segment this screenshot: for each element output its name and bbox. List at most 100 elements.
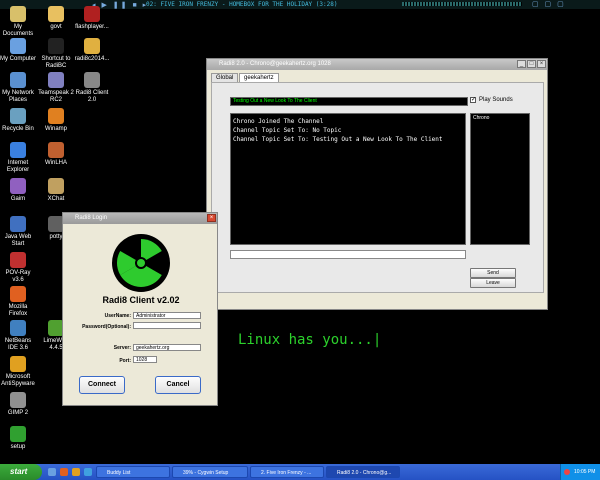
server-label: Server:	[113, 345, 131, 351]
task-radi8-chat[interactable]: Radi8 2.0 - Chrono@g...	[326, 466, 400, 478]
desktop-icon[interactable]: My Documents	[0, 6, 36, 38]
channel-panel: Testing Out a New Look To The Client ✓ P…	[211, 82, 544, 293]
play-sounds-label: Play Sounds	[479, 97, 513, 103]
desktop-icon-label: GIMP 2	[7, 410, 29, 416]
desktop-icon-label: Microsoft AntiSpyware	[1, 374, 35, 387]
app-icon	[10, 392, 26, 408]
chat-window-titlebar[interactable]: Radi8 2.0 - Chrono@geekahertz.org 1028 _…	[207, 59, 547, 70]
desktop-icon[interactable]: radi8c2014...	[74, 38, 110, 63]
desktop-icon[interactable]: flashplayer...	[74, 6, 110, 31]
desktop-icon[interactable]: Gaim	[0, 178, 36, 203]
chat-window-title: Radi8 2.0 - Chrono@geekahertz.org 1028	[219, 61, 331, 67]
cancel-button[interactable]: Cancel	[155, 376, 201, 394]
desktop-icon[interactable]: Java Web Start	[0, 216, 36, 248]
close-button[interactable]: ×	[537, 60, 546, 68]
app-icon	[48, 72, 64, 88]
desktop-icon-label: Mozilla Firefox	[8, 304, 28, 317]
app-icon	[10, 216, 26, 232]
send-button[interactable]: Send	[470, 268, 516, 278]
desktop-icon-label: My Computer	[0, 56, 37, 62]
user-list-item[interactable]: Chrono	[471, 114, 529, 122]
firefox-icon[interactable]	[60, 468, 68, 476]
app-icon	[10, 178, 26, 194]
show-desktop-icon[interactable]	[48, 468, 56, 476]
desktop-icon[interactable]: govt	[38, 6, 74, 31]
server-field[interactable]: geekahertz.org	[133, 344, 201, 351]
desktop-icon[interactable]: My Computer	[0, 38, 36, 63]
app-icon	[10, 286, 26, 302]
app-icon	[10, 142, 26, 158]
message-line: Channel Topic Set To: No Topic	[233, 127, 342, 134]
message-area[interactable]: Chrono Joined The Channel Channel Topic …	[230, 113, 466, 245]
desktop-icon-label: XChat	[47, 196, 65, 202]
desktop-icon[interactable]: setup	[0, 426, 36, 451]
port-label: Port:	[119, 358, 131, 364]
chat-window: Radi8 2.0 - Chrono@geekahertz.org 1028 _…	[206, 58, 548, 310]
login-window-titlebar[interactable]: Radi8 Login ×	[63, 213, 217, 224]
maximize-button[interactable]: □	[527, 60, 536, 68]
desktop-icon[interactable]: Winamp	[38, 108, 74, 133]
username-label: UserName:	[104, 313, 131, 319]
app-icon	[48, 38, 64, 54]
app-icon	[10, 356, 26, 372]
app-icon	[10, 72, 26, 88]
media-icon[interactable]	[72, 468, 80, 476]
minimize-button[interactable]: _	[517, 60, 526, 68]
desktop-icon-label: Gaim	[10, 196, 26, 202]
equalizer-bar	[402, 2, 522, 6]
desktop-icon[interactable]: Mozilla Firefox	[0, 286, 36, 318]
port-field[interactable]: 1028	[133, 356, 157, 363]
app-icon	[10, 6, 26, 22]
user-list[interactable]: Chrono	[470, 113, 530, 245]
desktop-icon[interactable]: My Network Places	[0, 72, 36, 104]
message-input[interactable]	[230, 250, 466, 259]
message-line: Chrono Joined The Channel	[233, 118, 324, 125]
username-field[interactable]: Administrator	[133, 312, 201, 319]
desktop-icon[interactable]: Recycle Bin	[0, 108, 36, 133]
topic-field[interactable]: Testing Out a New Look To The Client	[230, 97, 468, 106]
connect-button[interactable]: Connect	[79, 376, 125, 394]
desktop-icon[interactable]: Shortcut to RadiBC	[38, 38, 74, 70]
tray-icon[interactable]	[564, 469, 570, 475]
desktop-icon[interactable]: Microsoft AntiSpyware	[0, 356, 36, 388]
desktop-icon-label: POV-Ray v3.6	[5, 270, 31, 283]
app-icon	[10, 108, 26, 124]
desktop-icon-label: Internet Explorer	[6, 160, 30, 173]
window-controls[interactable]: ▢ ▢ ▢	[532, 0, 566, 8]
message-line: Channel Topic Set To: Testing Out a New …	[233, 136, 443, 143]
desktop-icon[interactable]: Internet Explorer	[0, 142, 36, 174]
desktop-icon[interactable]: POV-Ray v3.6	[0, 252, 36, 284]
desktop-icon-label: setup	[10, 444, 26, 450]
wallpaper-text: Linux has you...|	[238, 332, 382, 348]
desktop-icon[interactable]: Teamspeak 2 RC2	[38, 72, 74, 104]
task-buddy-list[interactable]: Buddy List	[96, 466, 170, 478]
clock: 10:05 PM	[574, 469, 596, 475]
client-heading: Radi8 Client v2.02	[102, 295, 180, 305]
password-field[interactable]	[133, 322, 201, 329]
desktop-icon[interactable]: NetBeans IDE 3.6	[0, 320, 36, 352]
desktop-icon-label: My Network Places	[2, 90, 34, 103]
password-label: Password(Optional):	[82, 324, 131, 330]
login-window: Radi8 Login × Radi8 Client v2.02 UserNam…	[62, 212, 218, 406]
leave-button[interactable]: Leave	[470, 278, 516, 288]
taskbar: start Buddy List 39% - Cygwin Setup 2. F…	[0, 464, 600, 480]
play-sounds-checkbox[interactable]: ✓	[470, 97, 476, 103]
desktop-icon-label: My Documents	[2, 24, 34, 37]
task-cygwin-setup[interactable]: 39% - Cygwin Setup	[172, 466, 248, 478]
play-sounds-row[interactable]: ✓ Play Sounds	[470, 97, 513, 103]
desktop-icon-label: flashplayer...	[75, 24, 109, 30]
start-button[interactable]: start	[0, 464, 42, 480]
desktop-icon[interactable]: WinLHA	[38, 142, 74, 167]
desktop-icon[interactable]: XChat	[38, 178, 74, 203]
start-label: start	[10, 467, 28, 476]
desktop-icon[interactable]: Radi8 Client 2.0	[74, 72, 110, 104]
desktop-icon-label: Winamp	[44, 126, 67, 132]
desktop-icon[interactable]: GIMP 2	[0, 392, 36, 417]
app-icon	[84, 72, 100, 88]
close-button[interactable]: ×	[207, 214, 216, 222]
network-icon[interactable]	[84, 468, 92, 476]
task-winamp[interactable]: 2. Five Iron Frenzy - ...	[250, 466, 324, 478]
app-icon	[84, 38, 100, 54]
app-icon	[10, 426, 26, 442]
login-window-title: Radi8 Login	[75, 215, 108, 221]
